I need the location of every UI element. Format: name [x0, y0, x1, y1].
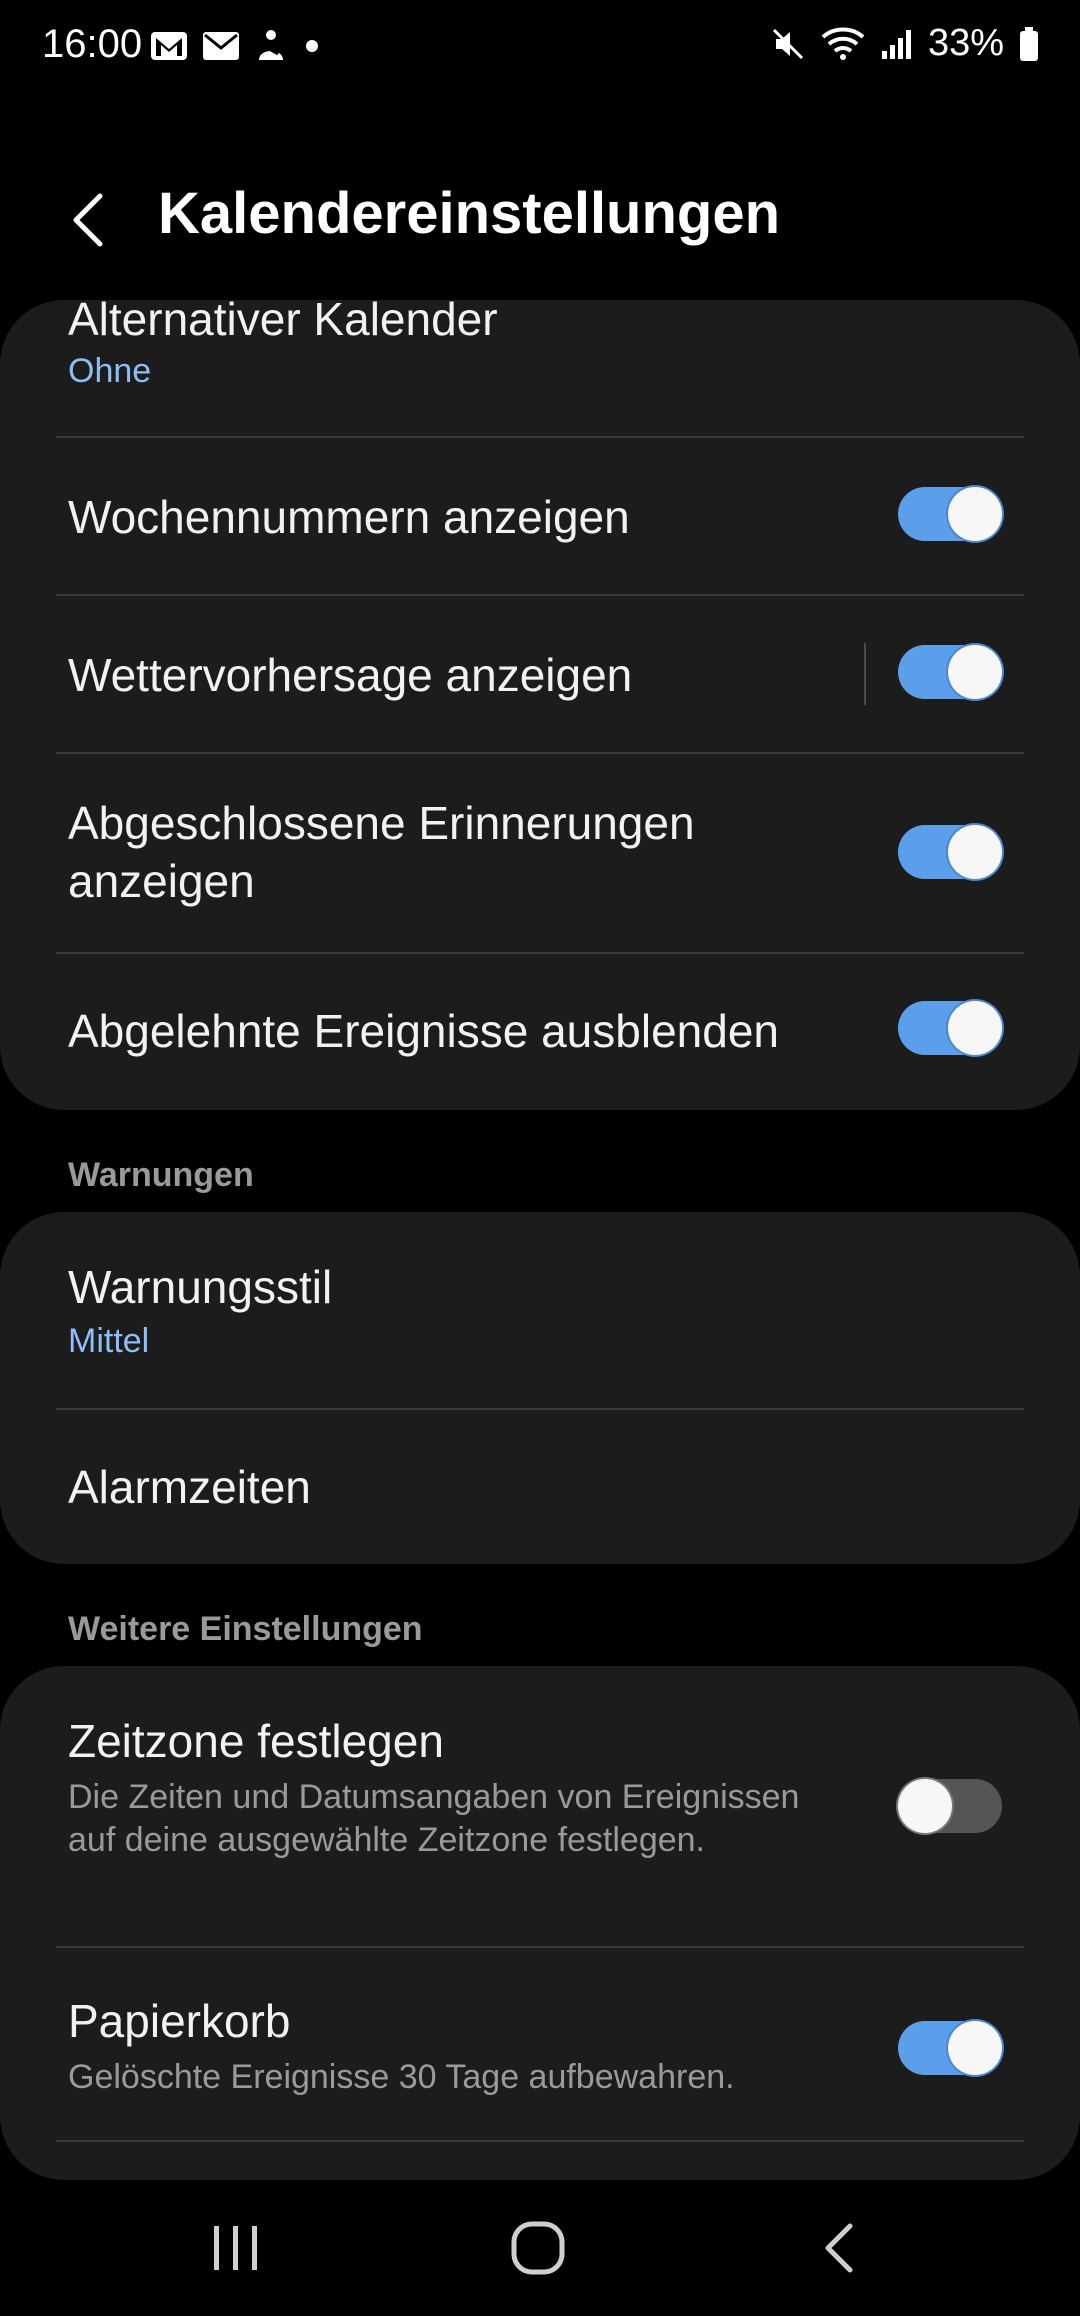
- mail-icon: [203, 32, 239, 60]
- completed-reminders-toggle[interactable]: [898, 825, 1002, 879]
- timezone-toggle[interactable]: [898, 1779, 1002, 1833]
- weather-toggle[interactable]: [898, 645, 1002, 699]
- recent-apps-button[interactable]: [176, 2198, 296, 2298]
- week-numbers-toggle[interactable]: [898, 487, 1002, 541]
- warning-style-value: Mittel: [68, 1322, 150, 1360]
- toggle-knob: [898, 1779, 952, 1833]
- toggle-knob: [948, 487, 1002, 541]
- chevron-left-icon: [73, 193, 103, 247]
- display-settings-card: Alternativer Kalender Ohne Wochennummern…: [0, 300, 1080, 1110]
- alternative-calendar-value: Ohne: [68, 352, 152, 390]
- section-header-warnings: Warnungen: [68, 1156, 254, 1194]
- trash-title: Papierkorb: [68, 1995, 291, 2047]
- hide-declined-row[interactable]: Abgelehnte Ereignisse ausblenden: [0, 954, 1080, 1110]
- dot-icon: [306, 40, 318, 52]
- alternative-calendar-title: Alternativer Kalender: [68, 300, 498, 345]
- trash-description: Gelöschte Ereignisse 30 Tage aufbewahren…: [68, 2058, 735, 2096]
- navigation-bar: [0, 2180, 1080, 2316]
- alternative-calendar-row[interactable]: Alternativer Kalender Ohne: [0, 300, 1080, 436]
- back-icon: [825, 2223, 853, 2273]
- warning-style-title: Warnungsstil: [68, 1261, 333, 1313]
- toggle-knob: [948, 825, 1002, 879]
- battery-percent: 33%: [927, 22, 1004, 64]
- signal-icon: [881, 29, 911, 59]
- week-numbers-row[interactable]: Wochennummern anzeigen: [0, 438, 1080, 594]
- app-header: Kalendereinstellungen: [0, 150, 1080, 280]
- warnings-card: Warnungsstil Mittel Alarmzeiten: [0, 1212, 1080, 1564]
- status-time: 16:00: [42, 22, 143, 66]
- vertical-separator: [864, 643, 866, 705]
- alarm-times-row[interactable]: Alarmzeiten: [0, 1410, 1080, 1564]
- recent-apps-icon: [214, 2226, 257, 2270]
- divider: [56, 2140, 1024, 2142]
- timezone-title: Zeitzone festlegen: [68, 1715, 444, 1767]
- weather-title: Wettervorhersage anzeigen: [68, 649, 633, 701]
- battery-icon: [1020, 26, 1038, 61]
- warning-style-row[interactable]: Warnungsstil Mittel: [0, 1212, 1080, 1408]
- alarm-times-title: Alarmzeiten: [68, 1461, 311, 1513]
- trash-row[interactable]: Papierkorb Gelöschte Ereignisse 30 Tage …: [0, 1948, 1080, 2140]
- weather-row[interactable]: Wettervorhersage anzeigen: [0, 596, 1080, 752]
- status-system-icons: 33%: [770, 22, 1040, 65]
- toggle-knob: [948, 1001, 1002, 1055]
- home-icon: [511, 2221, 565, 2275]
- toggle-knob: [948, 2021, 1002, 2075]
- status-notification-icons: [150, 28, 322, 64]
- assistant-icon: [259, 30, 283, 60]
- trash-toggle[interactable]: [898, 2021, 1002, 2075]
- completed-reminders-row[interactable]: Abgeschlossene Erinnerungen anzeigen: [0, 754, 1080, 952]
- hide-declined-title: Abgelehnte Ereignisse ausblenden: [68, 1005, 779, 1057]
- home-button[interactable]: [478, 2198, 598, 2298]
- timezone-row[interactable]: Zeitzone festlegen Die Zeiten und Datums…: [0, 1666, 1080, 1946]
- back-button[interactable]: [48, 180, 128, 260]
- wifi-icon: [821, 27, 865, 60]
- nav-back-button[interactable]: [780, 2198, 900, 2298]
- toggle-knob: [948, 645, 1002, 699]
- more-settings-card: Zeitzone festlegen Die Zeiten und Datums…: [0, 1666, 1080, 2180]
- week-numbers-title: Wochennummern anzeigen: [68, 491, 630, 543]
- section-header-more-settings: Weitere Einstellungen: [68, 1610, 423, 1648]
- status-bar: 16:00 33%: [0, 0, 1080, 92]
- timezone-description: Die Zeiten und Datumsangaben von Ereigni…: [68, 1778, 800, 1859]
- page-title: Kalendereinstellungen: [158, 181, 781, 246]
- hide-declined-toggle[interactable]: [898, 1001, 1002, 1055]
- gmail-icon: [151, 32, 187, 60]
- mute-icon: [772, 28, 803, 59]
- completed-reminders-title: Abgeschlossene Erinnerungen anzeigen: [68, 797, 695, 907]
